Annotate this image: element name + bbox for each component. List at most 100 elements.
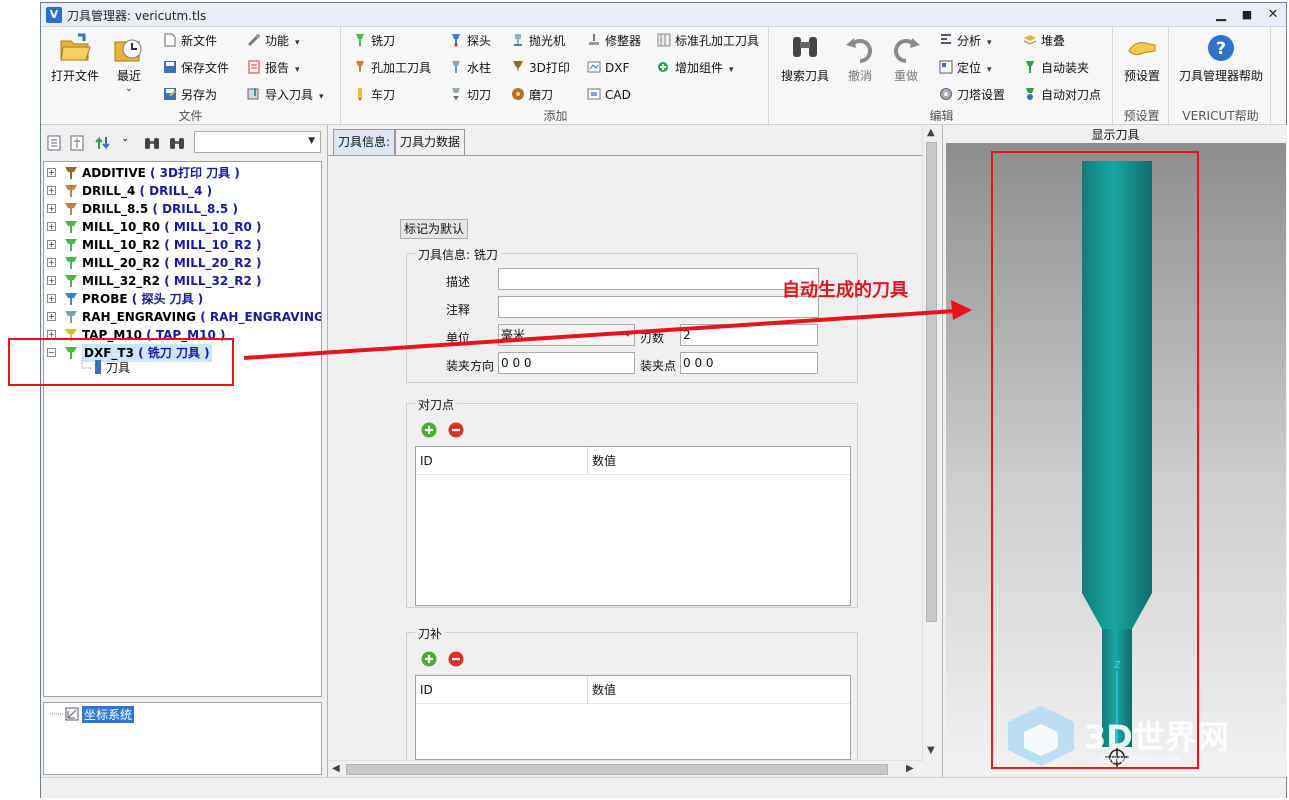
note-input[interactable]	[498, 296, 819, 318]
add-component-button[interactable]: 增加组件 ▾	[657, 58, 734, 78]
add-dxf-button[interactable]: DXF	[587, 58, 629, 78]
tool-part-icon	[95, 360, 101, 374]
tab-tool-force-data[interactable]: 刀具力数据	[395, 129, 466, 155]
mark-default-button[interactable]: 标记为默认	[400, 219, 469, 239]
add-hole-tool-button[interactable]: 孔加工刀具	[353, 58, 431, 78]
import-tool-button[interactable]: 导入刀具 ▾	[247, 85, 324, 105]
redo-button[interactable]: 重做	[887, 33, 925, 84]
minimize-button[interactable]: ▁	[1209, 5, 1233, 25]
find-binoculars-icon[interactable]	[144, 135, 160, 151]
tool-manager-help-button[interactable]: ? 刀具管理器帮助	[1173, 33, 1269, 84]
auto-clamp-button[interactable]: 自动装夹	[1023, 58, 1089, 78]
analyze-button[interactable]: 分析 ▾	[939, 31, 992, 51]
function-button[interactable]: 功能 ▾	[247, 31, 300, 51]
clamp-direction-input[interactable]: 0 0 0	[498, 352, 635, 374]
touch-id-column-header[interactable]: ID	[416, 447, 588, 475]
tool-3d-viewport[interactable]: Z	[946, 143, 1286, 775]
tool-id: RAH_ENGRAVING	[82, 310, 197, 324]
maximize-button[interactable]: ■	[1235, 5, 1259, 25]
open-file-button[interactable]: 打开文件	[47, 33, 103, 84]
add-probe-button[interactable]: 探头	[449, 31, 491, 51]
comp-value-column-header[interactable]: 数值	[588, 676, 850, 704]
add-polisher-button[interactable]: 抛光机	[511, 31, 565, 51]
tab-tool-info[interactable]: 刀具信息:	[333, 129, 396, 155]
add-3dprint-button[interactable]: 3D打印	[511, 58, 570, 78]
save-as-button[interactable]: 另存为	[163, 85, 217, 105]
touch-point-table: ID 数值	[415, 446, 851, 606]
scroll-up-icon[interactable]: ▲	[927, 127, 935, 138]
report-button[interactable]: 报告 ▾	[247, 58, 300, 78]
add-compensation-icon[interactable]	[421, 651, 437, 667]
vertical-scrollbar[interactable]: ▲ ▼	[922, 125, 939, 761]
window-title: 刀具管理器: vericutm.tls	[67, 9, 207, 23]
description-input[interactable]	[498, 268, 819, 290]
tool-description: ( MILL_32_R2 )	[164, 274, 262, 288]
sort-dropdown-icon[interactable]: ⌄	[121, 133, 129, 144]
import-dropdown-icon: ▾	[319, 92, 324, 102]
tree-expander-icon[interactable]: +	[47, 240, 56, 249]
horizontal-scroll-thumb[interactable]	[346, 764, 888, 775]
find-next-binoculars-icon[interactable]	[169, 135, 185, 151]
stack-button[interactable]: 堆叠	[1023, 31, 1065, 51]
clamp-direction-label: 装夹方向	[446, 359, 495, 373]
add-waterjet-button[interactable]: 水柱	[449, 58, 491, 78]
sort-arrows-icon[interactable]	[95, 135, 111, 151]
add-grind-button[interactable]: 磨刀	[511, 85, 553, 105]
turret-setup-button[interactable]: 刀塔设置	[939, 85, 1005, 105]
search-tool-button[interactable]: 搜索刀具	[775, 33, 835, 84]
add-lathe-tool-button[interactable]: 车刀	[353, 85, 395, 105]
tree-expander-icon[interactable]: +	[47, 186, 56, 195]
save-file-button[interactable]: 保存文件	[163, 58, 229, 78]
tree-expander-icon[interactable]: +	[47, 204, 56, 213]
add-hole-tool-label: 孔加工刀具	[371, 61, 432, 75]
add-probe-label: 探头	[467, 34, 492, 48]
new-file-button[interactable]: 新文件	[163, 31, 217, 51]
tree-expander-icon[interactable]: +	[47, 276, 56, 285]
tree-expander-icon[interactable]: +	[47, 258, 56, 267]
tree-expand-icon[interactable]	[46, 135, 62, 151]
comp-id-column-header[interactable]: ID	[416, 676, 588, 704]
preset-button[interactable]: 预设置	[1117, 33, 1167, 84]
tree-filter-combobox[interactable]: ▼	[194, 131, 321, 153]
tree-child-row[interactable]: 刀具	[80, 358, 200, 376]
teeth-input[interactable]: 2	[680, 324, 818, 346]
undo-button[interactable]: 撤消	[841, 33, 879, 84]
clamp-point-input[interactable]: 0 0 0	[680, 352, 818, 374]
tree-expander-icon[interactable]: +	[47, 330, 56, 339]
remove-compensation-icon[interactable]	[448, 651, 464, 667]
analyze-dropdown-icon: ▾	[987, 38, 992, 48]
tree-expander-icon[interactable]: +	[47, 168, 56, 177]
add-std-hole-tool-button[interactable]: 标准孔加工刀具	[657, 31, 759, 51]
tool-tree-label: RAH_ENGRAVING ( RAH_ENGRAVING )	[82, 308, 321, 326]
vertical-scroll-thumb[interactable]	[926, 142, 937, 622]
tool-id: DRILL_4	[82, 184, 136, 198]
tree-expander-icon[interactable]: +	[47, 294, 56, 303]
add-cad-button[interactable]: CAD	[587, 85, 631, 105]
horizontal-scrollbar[interactable]: ◀ ▶	[328, 760, 922, 777]
recent-button[interactable]: 最近 ⌄	[105, 33, 153, 94]
add-cut-button[interactable]: 切刀	[449, 85, 491, 105]
tree-expander-icon[interactable]: +	[47, 222, 56, 231]
import-tool-label: 导入刀具	[265, 88, 314, 102]
unit-select[interactable]: 毫米 ▾	[498, 324, 635, 346]
tree-expander-icon[interactable]: −	[47, 348, 56, 357]
coordinate-system-label[interactable]: 坐标系统	[82, 706, 135, 723]
add-touch-point-icon[interactable]	[421, 422, 437, 438]
redo-label: 重做	[893, 69, 918, 83]
add-mill-button[interactable]: 铣刀	[353, 31, 395, 51]
touch-value-column-header[interactable]: 数值	[588, 447, 850, 475]
tool-holder-icon	[65, 239, 77, 251]
locate-button[interactable]: 定位 ▾	[939, 58, 992, 78]
auto-touch-point-button[interactable]: 自动对刀点	[1023, 85, 1101, 105]
add-dresser-button[interactable]: 修整器	[587, 31, 641, 51]
tree-expander-icon[interactable]: +	[47, 312, 56, 321]
scroll-left-icon[interactable]: ◀	[332, 763, 340, 774]
scroll-right-icon[interactable]: ▶	[906, 763, 914, 774]
tree-collapse-icon[interactable]	[69, 135, 85, 151]
tree-child-label: 刀具	[106, 361, 131, 375]
scroll-down-icon[interactable]: ▼	[927, 745, 935, 756]
close-button[interactable]: ✕	[1261, 5, 1285, 25]
tool-tree-label: TAP_M10 ( TAP_M10 )	[82, 326, 225, 344]
remove-touch-point-icon[interactable]	[448, 422, 464, 438]
tool-id: DRILL_8.5	[82, 202, 149, 216]
